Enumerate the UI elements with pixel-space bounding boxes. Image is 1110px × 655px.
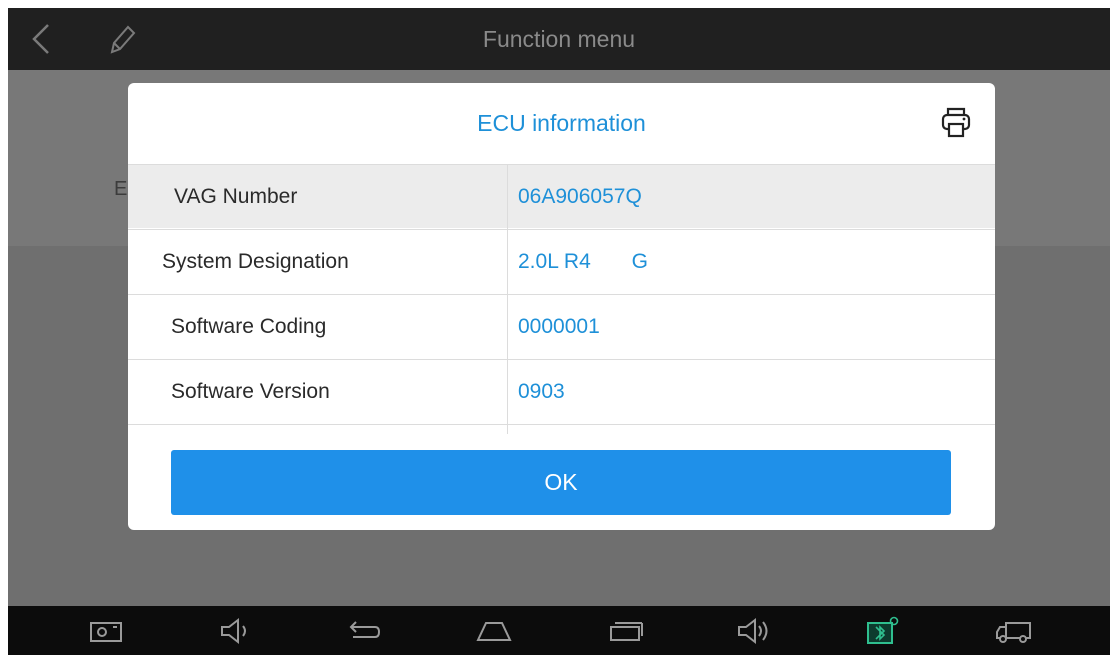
printer-icon[interactable] <box>936 103 976 143</box>
dialog-title: ECU information <box>477 110 646 136</box>
background-partial-label: E <box>114 178 128 200</box>
table-row: System Designation 2.0L R4 G <box>128 229 995 293</box>
ecu-information-dialog: ECU information VAG Number 06A906057Q Sy… <box>128 83 995 530</box>
volume-down-icon[interactable] <box>215 613 255 649</box>
page-title: Function menu <box>482 26 636 52</box>
top-bar: Function menu <box>8 8 1110 70</box>
table-row: Software Coding 0000001 <box>128 294 995 358</box>
truck-icon[interactable] <box>994 613 1034 649</box>
row-label: System Designation <box>162 250 349 273</box>
vci-bluetooth-icon[interactable] <box>862 613 902 649</box>
volume-up-icon[interactable] <box>734 613 774 649</box>
ok-button[interactable]: OK <box>171 450 951 515</box>
row-label: Software Coding <box>171 315 327 338</box>
column-divider <box>507 164 508 434</box>
table-row <box>128 424 995 434</box>
screenshot-icon[interactable] <box>86 613 126 649</box>
back-icon[interactable] <box>344 613 384 649</box>
ecu-info-table: VAG Number 06A906057Q System Designation… <box>128 164 995 434</box>
table-row: VAG Number 06A906057Q <box>128 164 995 228</box>
row-value: 06A906057Q <box>518 185 642 208</box>
recent-apps-icon[interactable] <box>606 613 646 649</box>
row-value: 0000001 <box>518 315 600 338</box>
device-screen: Function menu E ECU information VAG Numb… <box>8 8 1110 655</box>
row-label: VAG Number <box>174 185 298 208</box>
row-label: Software Version <box>171 380 330 403</box>
table-row: Software Version 0903 <box>128 359 995 423</box>
system-nav-bar <box>8 606 1110 655</box>
row-value: 2.0L R4 G <box>518 250 648 273</box>
home-icon[interactable] <box>474 613 514 649</box>
row-value: 0903 <box>518 380 565 403</box>
